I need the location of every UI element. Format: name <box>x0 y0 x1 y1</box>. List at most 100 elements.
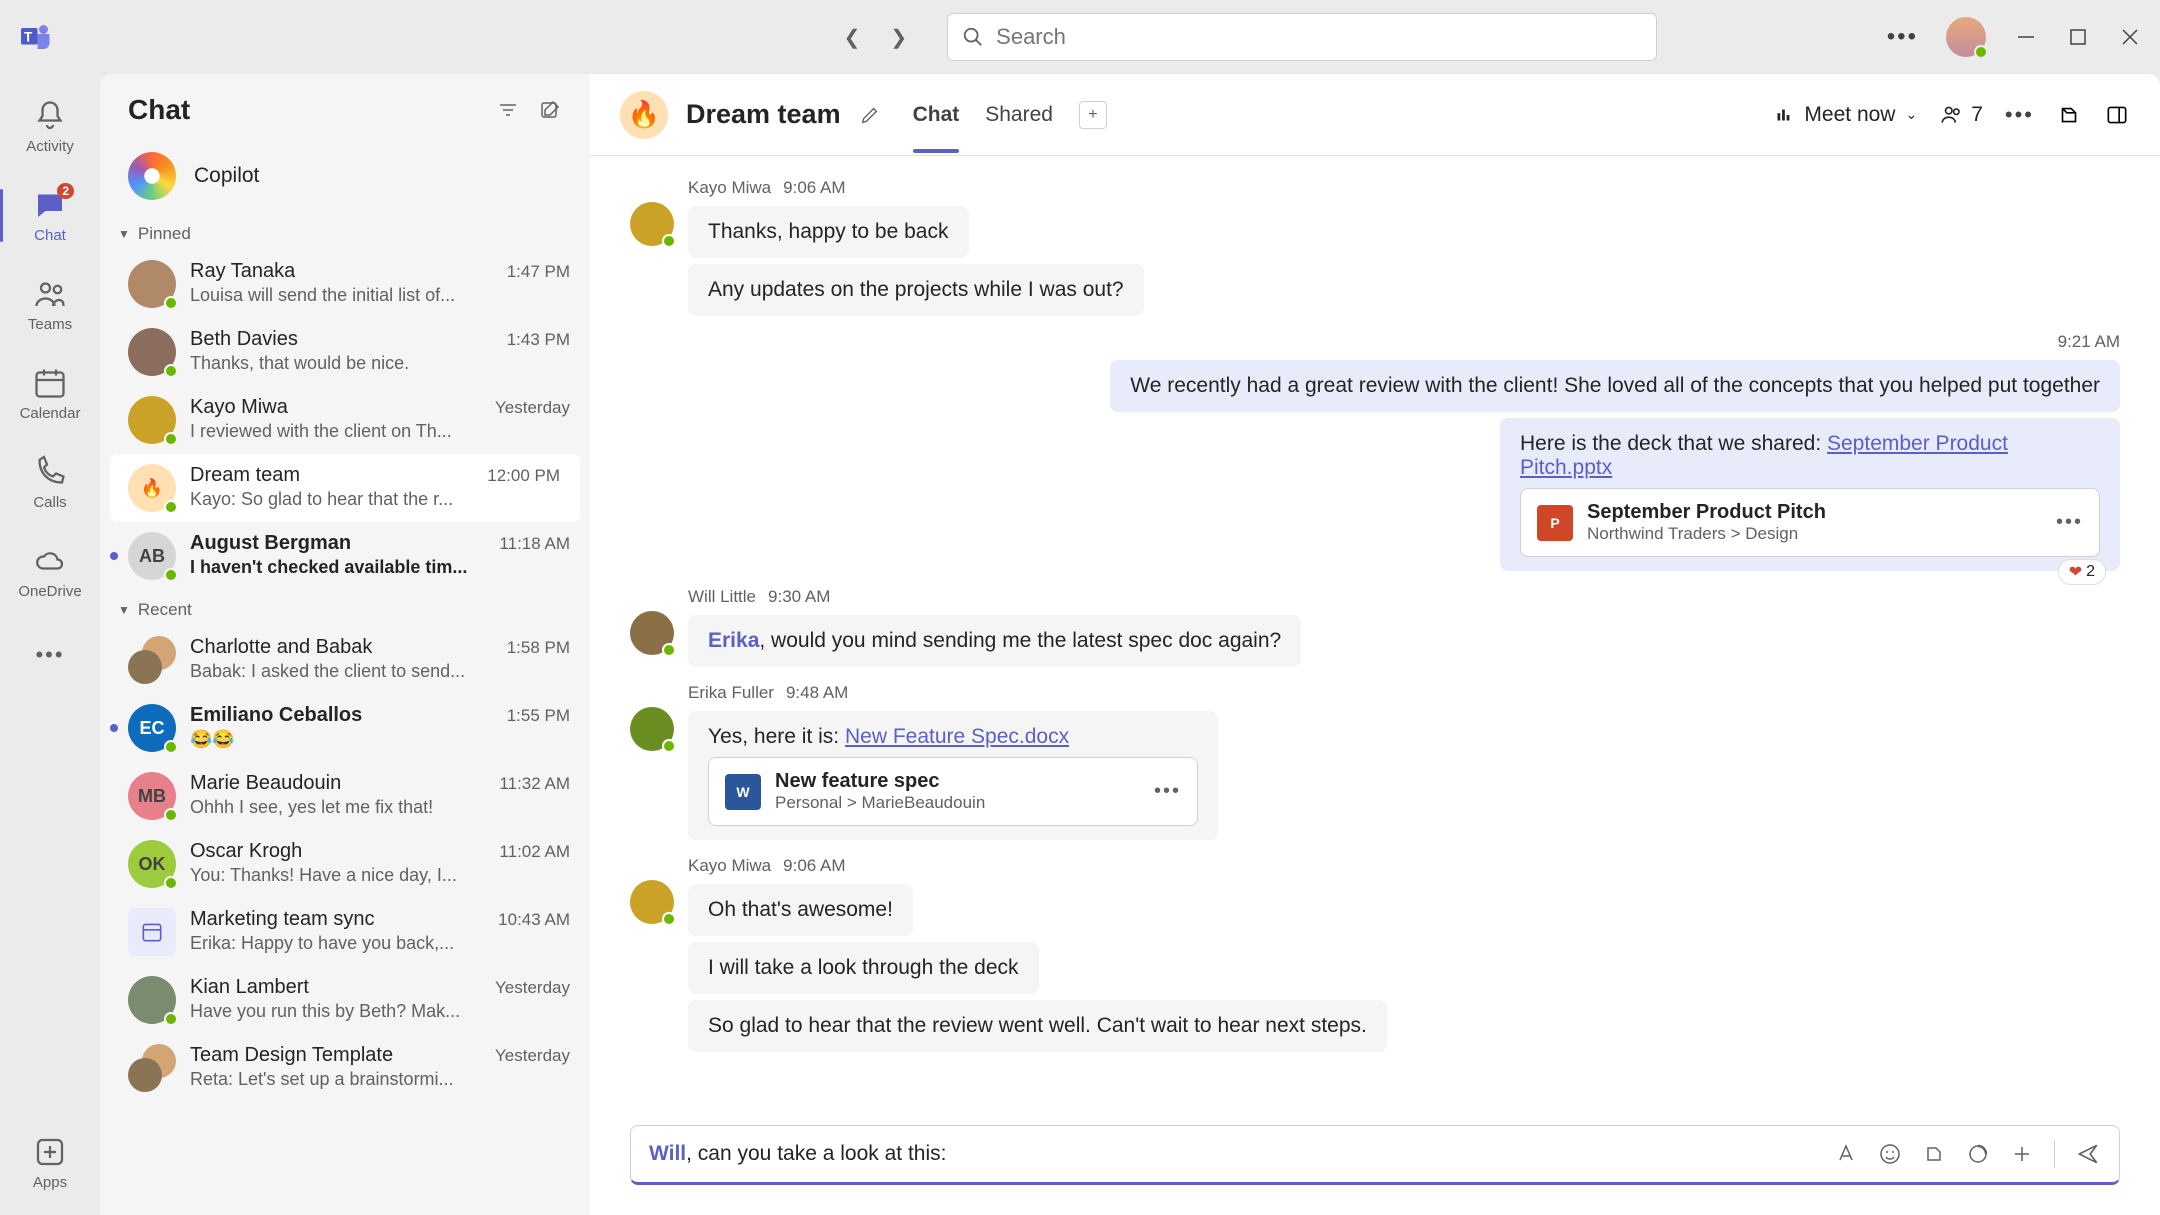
meet-now-button[interactable]: Meet now ⌄ <box>1772 103 1917 127</box>
rail-calendar[interactable]: Calendar <box>0 359 100 428</box>
chat-item[interactable]: Charlotte and Babak1:58 PMBabak: I asked… <box>100 626 590 694</box>
add-tab-button[interactable]: + <box>1079 101 1107 129</box>
bell-icon <box>32 98 68 134</box>
message-group: Will Little9:30 AM Erika, would you mind… <box>630 587 2120 667</box>
composer-input[interactable]: Will, can you take a look at this: <box>649 1142 1822 1166</box>
chat-item[interactable]: Team Design TemplateYesterdayReta: Let's… <box>100 1034 590 1102</box>
emoji-icon[interactable] <box>1878 1142 1902 1166</box>
attachment-more[interactable]: ••• <box>1154 780 1181 803</box>
heart-icon: ❤ <box>2069 562 2082 582</box>
chat-preview: I reviewed with the client on Th... <box>190 421 570 442</box>
rail-more[interactable]: ••• <box>0 636 100 674</box>
rail-onedrive[interactable]: OneDrive <box>0 537 100 606</box>
send-icon[interactable] <box>2075 1141 2101 1167</box>
searchbar[interactable] <box>947 13 1657 61</box>
more-settings[interactable]: ••• <box>1887 23 1918 51</box>
svg-text:T: T <box>24 30 33 45</box>
chevron-down-icon: ⌄ <box>1905 106 1917 123</box>
chat-item[interactable]: OKOscar Krogh11:02 AMYou: Thanks! Have a… <box>100 830 590 898</box>
copilot-item[interactable]: Copilot <box>100 138 590 214</box>
message-composer[interactable]: Will, can you take a look at this: <box>630 1125 2120 1185</box>
sender-avatar[interactable] <box>630 707 674 751</box>
calendar-avatar <box>128 908 176 956</box>
copilot-header-icon[interactable] <box>2056 102 2082 128</box>
tab-chat[interactable]: Chat <box>913 77 960 153</box>
message-bubble[interactable]: So glad to hear that the review went wel… <box>688 1000 1387 1052</box>
titlebar: T ❮ ❯ ••• <box>0 0 2160 74</box>
message-bubble[interactable]: Yes, here it is: New Feature Spec.docx W… <box>688 711 1218 840</box>
chat-name: Kayo Miwa <box>190 396 288 419</box>
reaction-badge[interactable]: ❤2 <box>2058 559 2106 585</box>
chat-name: August Bergman <box>190 532 351 555</box>
search-input[interactable] <box>996 24 1642 50</box>
window-minimize[interactable] <box>2014 25 2038 49</box>
tab-shared[interactable]: Shared <box>985 77 1053 153</box>
format-icon[interactable] <box>1834 1142 1858 1166</box>
chat-item[interactable]: 🔥Dream team12:00 PMKayo: So glad to hear… <box>110 454 580 522</box>
chat-preview: Have you run this by Beth? Mak... <box>190 1001 570 1022</box>
message-bubble[interactable]: Erika, would you mind sending me the lat… <box>688 615 1301 667</box>
chat-item[interactable]: Beth Davies1:43 PMThanks, that would be … <box>100 318 590 386</box>
nav-forward[interactable]: ❯ <box>890 25 907 50</box>
message-bubble[interactable]: I will take a look through the deck <box>688 942 1039 994</box>
rail-chat[interactable]: 2 Chat <box>0 181 100 250</box>
sender-avatar[interactable] <box>630 880 674 924</box>
chat-item[interactable]: ABAugust Bergman11:18 AMI haven't checke… <box>100 522 590 590</box>
message-bubble[interactable]: We recently had a great review with the … <box>1110 360 2120 412</box>
window-maximize[interactable] <box>2066 25 2090 49</box>
chat-name: Emiliano Ceballos <box>190 704 362 727</box>
video-icon <box>1772 104 1794 126</box>
attachment-card[interactable]: P September Product Pitch Northwind Trad… <box>1520 488 2100 557</box>
chat-time: 11:02 AM <box>499 842 570 862</box>
window-close[interactable] <box>2118 25 2142 49</box>
chat-time: 11:18 AM <box>499 534 570 554</box>
file-link[interactable]: New Feature Spec.docx <box>845 725 1069 748</box>
rail-activity[interactable]: Activity <box>0 92 100 161</box>
add-icon[interactable] <box>2010 1142 2034 1166</box>
attachment-card[interactable]: W New feature spec Personal > MarieBeaud… <box>708 757 1198 826</box>
convo-more[interactable]: ••• <box>2005 102 2034 128</box>
section-pinned[interactable]: ▼ Pinned <box>100 214 590 250</box>
chat-item[interactable]: Kian LambertYesterdayHave you run this b… <box>100 966 590 1034</box>
section-recent[interactable]: ▼ Recent <box>100 590 590 626</box>
edit-icon[interactable] <box>859 104 881 126</box>
rail-calls[interactable]: Calls <box>0 448 100 517</box>
open-pane-icon[interactable] <box>2104 102 2130 128</box>
avatar: MB <box>128 772 176 820</box>
participants-button[interactable]: 7 <box>1939 102 1983 128</box>
chat-item[interactable]: Ray Tanaka1:47 PMLouisa will send the in… <box>100 250 590 318</box>
message-bubble[interactable]: Any updates on the projects while I was … <box>688 264 1144 316</box>
rail-teams[interactable]: Teams <box>0 270 100 339</box>
message-list: Kayo Miwa9:06 AM Thanks, happy to be bac… <box>590 156 2160 1125</box>
message-group: Kayo Miwa9:06 AM Oh that's awesome! I wi… <box>630 856 2120 1052</box>
rail-apps[interactable]: Apps <box>32 1128 68 1197</box>
chat-preview: Ohhh I see, yes let me fix that! <box>190 797 570 818</box>
chat-item[interactable]: ECEmiliano Ceballos1:55 PM😂😂 <box>100 694 590 762</box>
message-bubble[interactable]: Oh that's awesome! <box>688 884 913 936</box>
chat-item[interactable]: MB Marie Beaudouin 11:32 AM Ohhh I see, yes… <box>100 762 590 830</box>
filter-icon[interactable] <box>496 98 520 122</box>
chat-badge: 2 <box>57 183 74 199</box>
convo-header: 🔥 Dream team Chat Shared + Meet now ⌄ 7 … <box>590 74 2160 156</box>
chat-item[interactable]: Kayo MiwaYesterdayI reviewed with the cl… <box>100 386 590 454</box>
chat-name: Team Design Template <box>190 1044 393 1067</box>
sender-avatar[interactable] <box>630 611 674 655</box>
message-bubble[interactable]: Thanks, happy to be back <box>688 206 969 258</box>
attachment-more[interactable]: ••• <box>2056 511 2083 534</box>
chat-item[interactable]: Marketing team sync10:43 AMErika: Happy … <box>100 898 590 966</box>
chat-list-panel: Chat Copilot ▼ Pinned Ray Tanaka1:47 PML… <box>100 74 590 1215</box>
new-chat-icon[interactable] <box>538 98 562 122</box>
message-bubble[interactable]: Here is the deck that we shared: Septemb… <box>1500 418 2120 571</box>
copilot-compose-icon[interactable] <box>1922 1142 1946 1166</box>
sender-avatar[interactable] <box>630 202 674 246</box>
chat-time: 10:43 AM <box>498 910 570 930</box>
word-icon: W <box>725 774 761 810</box>
user-avatar[interactable] <box>1946 17 1986 57</box>
chat-preview: Erika: Happy to have you back,... <box>190 933 570 954</box>
chat-name: Marie Beaudouin <box>190 772 341 795</box>
conversation-panel: 🔥 Dream team Chat Shared + Meet now ⌄ 7 … <box>590 74 2160 1215</box>
chat-time: 11:32 AM <box>499 774 570 794</box>
nav-back[interactable]: ❮ <box>844 25 861 50</box>
convo-title: Dream team <box>686 99 841 130</box>
loop-icon[interactable] <box>1966 1142 1990 1166</box>
